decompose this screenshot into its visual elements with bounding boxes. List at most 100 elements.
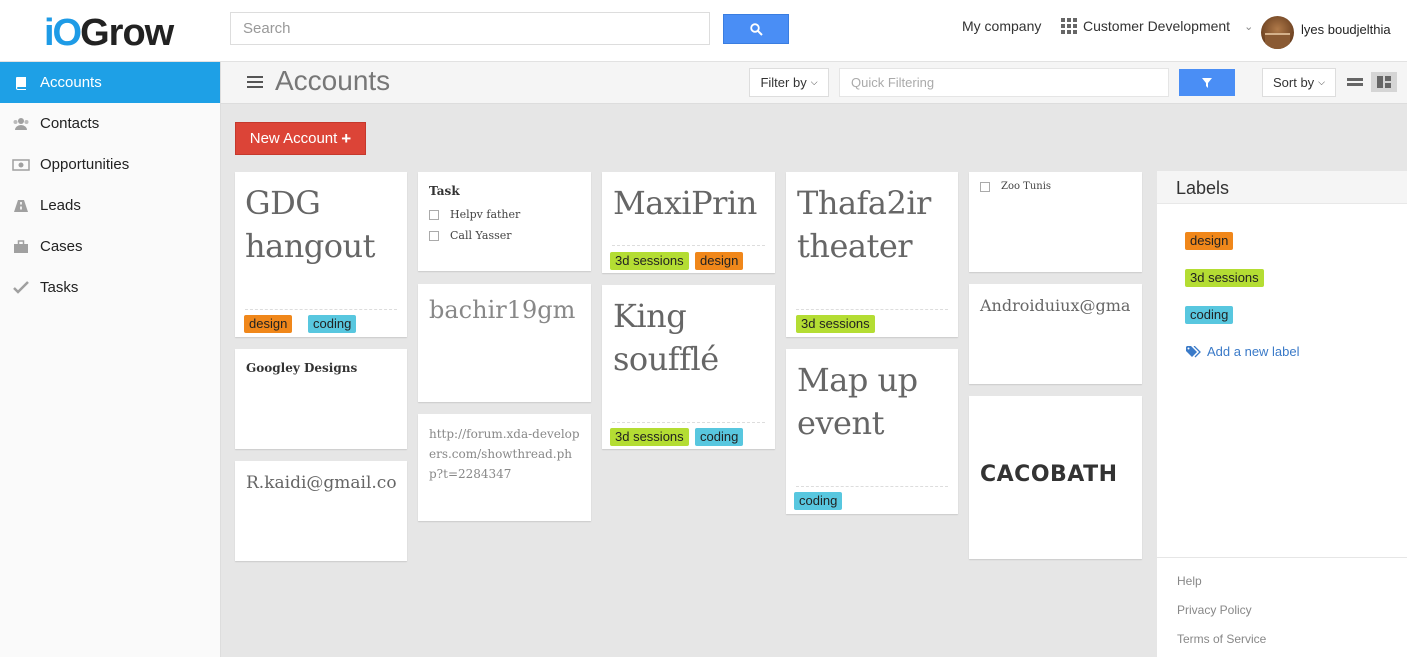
sidebar-item-label: Contacts xyxy=(40,115,100,132)
account-card-android[interactable]: Androiduiux@gma xyxy=(969,284,1142,384)
task-item-label: Helpv father xyxy=(450,208,521,221)
card-divider xyxy=(796,486,948,487)
filter-by-button[interactable]: Filter by ⌵ xyxy=(749,68,829,97)
apps-grid-icon xyxy=(1061,18,1077,34)
task-item[interactable]: Helpv father xyxy=(429,208,520,221)
sidebar-item-label: Leads xyxy=(40,197,81,214)
sidebar-item-contacts[interactable]: Contacts xyxy=(0,103,220,144)
new-account-label: New Account xyxy=(249,130,338,147)
card-title-line: Map up xyxy=(797,361,918,399)
sidebar-item-leads[interactable]: Leads xyxy=(0,185,220,226)
account-card-zoo[interactable]: Zoo Tunis xyxy=(969,172,1142,272)
card-title-line: event xyxy=(797,404,884,442)
card-divider xyxy=(245,309,397,310)
account-card-king[interactable]: King soufflé 3d sessions coding xyxy=(602,285,775,449)
task-item-label: Zoo Tunis xyxy=(1001,181,1052,192)
money-icon xyxy=(12,157,30,173)
account-card-maxiprin[interactable]: MaxiPrin 3d sessions design xyxy=(602,172,775,273)
tag-3d-sessions[interactable]: 3d sessions xyxy=(610,428,689,446)
account-card-thafa[interactable]: Thafa2ir theater 3d sessions xyxy=(786,172,958,337)
label-3d-sessions[interactable]: 3d sessions xyxy=(1185,269,1264,287)
road-icon xyxy=(12,198,30,214)
task-card[interactable]: Task Helpv father Call Yasser xyxy=(418,172,591,271)
card-title-line: Thafa2ir xyxy=(797,184,931,222)
account-card-googley[interactable]: Googley Designs xyxy=(235,349,407,449)
iogrow-logo[interactable]: iO Grow xyxy=(44,12,174,52)
checkbox[interactable] xyxy=(429,209,439,220)
apply-filter-button[interactable] xyxy=(1179,69,1235,96)
tag-3d-sessions[interactable]: 3d sessions xyxy=(796,315,875,333)
label-coding[interactable]: coding xyxy=(1185,306,1234,324)
briefcase-icon xyxy=(12,239,30,255)
sort-by-label: Sort by xyxy=(1272,75,1315,90)
card-title: Androiduiux@gma xyxy=(980,296,1131,315)
card-title: MaxiPrin xyxy=(613,184,757,222)
sidebar: Accounts Contacts Opportunities Leads Ca… xyxy=(0,62,221,657)
check-icon xyxy=(12,280,30,296)
quick-filter-input[interactable]: Quick Filtering xyxy=(839,68,1169,97)
tag-coding[interactable]: coding xyxy=(308,315,357,333)
label-design[interactable]: design xyxy=(1185,232,1234,250)
tag-3d-sessions[interactable]: 3d sessions xyxy=(610,252,689,270)
sidebar-item-opportunities[interactable]: Opportunities xyxy=(0,144,220,185)
account-card-mapup[interactable]: Map up event coding xyxy=(786,349,958,514)
card-title: Googley Designs xyxy=(246,361,358,375)
new-account-button[interactable]: New Account + xyxy=(235,122,366,155)
account-card-rkaidi[interactable]: R.kaidi@gmail.co xyxy=(235,461,407,561)
sidebar-item-label: Cases xyxy=(40,238,83,255)
workspace-selector[interactable]: Customer Development ⌄ xyxy=(1061,18,1253,34)
sidebar-item-label: Accounts xyxy=(40,74,102,91)
sort-by-button[interactable]: Sort by ⌵ xyxy=(1262,68,1336,97)
tag-design[interactable]: design xyxy=(695,252,744,270)
funnel-icon xyxy=(1202,77,1212,88)
user-name[interactable]: lyes boudjelthia xyxy=(1301,22,1391,37)
sidebar-item-cases[interactable]: Cases xyxy=(0,226,220,267)
terms-of-service-link[interactable]: Terms of Service xyxy=(1177,632,1266,646)
privacy-policy-link[interactable]: Privacy Policy xyxy=(1177,603,1252,617)
chevron-down-icon: ⌵ xyxy=(810,77,818,87)
card-title: Task xyxy=(429,184,460,198)
account-card-gdg[interactable]: GDG hangout design coding xyxy=(235,172,407,337)
search-input[interactable]: Search xyxy=(230,12,710,45)
cacobath-logo: CACOBATH xyxy=(980,462,1118,487)
sidebar-item-label: Tasks xyxy=(40,279,79,296)
filter-by-label: Filter by xyxy=(760,75,807,90)
checkbox[interactable] xyxy=(980,181,990,192)
sidebar-item-label: Opportunities xyxy=(40,156,130,173)
account-card-forum[interactable]: http://forum.xda-developers.com/showthre… xyxy=(418,414,591,521)
list-view-icon[interactable] xyxy=(1345,72,1365,92)
tag-coding[interactable]: coding xyxy=(695,428,744,446)
card-title-line: soufflé xyxy=(613,340,719,378)
search-button[interactable] xyxy=(723,14,789,44)
page-title: Accounts xyxy=(275,65,391,96)
labels-panel: Labels design 3d sessions coding Add a n… xyxy=(1157,171,1407,657)
account-card-bachir[interactable]: bachir19gm xyxy=(418,284,591,402)
top-header: iO Grow Search My company Customer Develo… xyxy=(0,0,1407,62)
grid-view-icon[interactable] xyxy=(1371,72,1397,92)
sidebar-item-tasks[interactable]: Tasks xyxy=(0,267,220,308)
help-link[interactable]: Help xyxy=(1177,574,1202,588)
card-title-line: GDG xyxy=(245,184,321,222)
checkbox[interactable] xyxy=(429,230,439,241)
page-toolbar: Accounts Filter by ⌵ Quick Filtering Sort… xyxy=(221,62,1407,104)
chevron-down-icon: ⌄ xyxy=(1244,20,1254,33)
company-link[interactable]: My company xyxy=(962,18,1041,34)
task-item-label: Call Yasser xyxy=(450,229,512,242)
avatar[interactable] xyxy=(1261,16,1294,49)
menu-icon[interactable] xyxy=(247,76,263,91)
card-title-line: King xyxy=(613,297,687,335)
card-title-line: hangout xyxy=(245,227,376,265)
task-item[interactable]: Zoo Tunis xyxy=(980,181,1051,192)
book-icon xyxy=(12,75,30,91)
tag-coding[interactable]: coding xyxy=(794,492,843,510)
add-label-link[interactable]: Add a new label xyxy=(1186,344,1300,359)
workspace-label: Customer Development xyxy=(1083,18,1231,34)
account-card-cacobath[interactable]: CACOBATH xyxy=(969,396,1142,559)
tag-design[interactable]: design xyxy=(244,315,293,333)
card-divider xyxy=(612,245,765,246)
card-divider xyxy=(796,309,948,310)
task-item[interactable]: Call Yasser xyxy=(429,229,512,242)
sidebar-item-accounts[interactable]: Accounts xyxy=(0,62,220,103)
tags-icon xyxy=(1186,345,1201,357)
footer-divider xyxy=(1157,557,1407,558)
